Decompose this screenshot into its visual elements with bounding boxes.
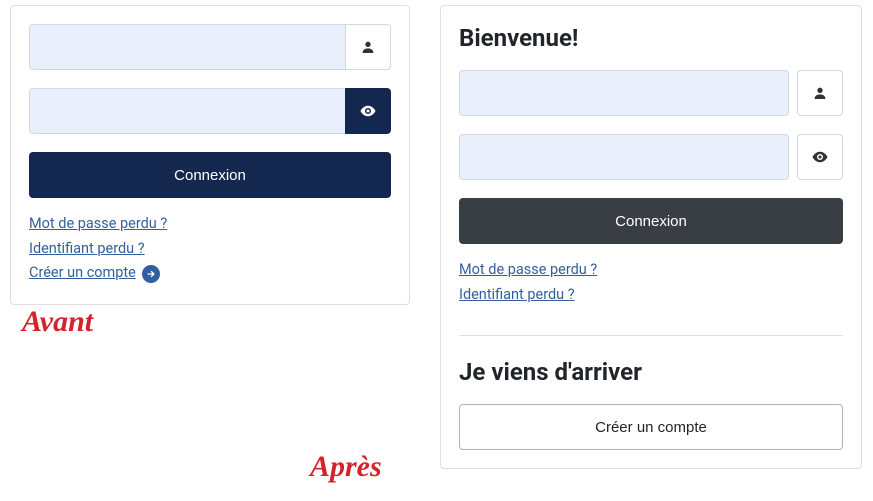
username-row: [459, 70, 843, 116]
username-row: [29, 24, 391, 70]
welcome-heading: Bienvenue!: [459, 24, 843, 52]
forgot-username-link[interactable]: Identifiant perdu ?: [459, 283, 575, 308]
newcomer-heading: Je viens d'arriver: [459, 358, 843, 386]
annotation-before: Avant: [22, 305, 93, 339]
login-panel-before: Connexion Mot de passe perdu ? Identifia…: [10, 5, 410, 305]
divider: [459, 335, 843, 336]
forgot-username-link[interactable]: Identifiant perdu ?: [29, 237, 145, 262]
login-button[interactable]: Connexion: [459, 198, 843, 244]
forgot-password-link[interactable]: Mot de passe perdu ?: [29, 212, 167, 237]
arrow-right-icon: [142, 265, 160, 283]
create-account-button[interactable]: Créer un compte: [459, 404, 843, 450]
password-input[interactable]: [29, 88, 345, 134]
user-icon: [345, 24, 391, 70]
eye-icon[interactable]: [345, 88, 391, 134]
assist-links: Mot de passe perdu ? Identifiant perdu ?…: [29, 212, 391, 286]
password-row: [29, 88, 391, 134]
username-input[interactable]: [29, 24, 345, 70]
assist-links: Mot de passe perdu ? Identifiant perdu ?: [459, 258, 843, 307]
user-icon: [797, 70, 843, 116]
annotation-after: Après: [310, 450, 382, 484]
forgot-password-link[interactable]: Mot de passe perdu ?: [459, 258, 597, 283]
create-account-link[interactable]: Créer un compte: [29, 261, 136, 286]
password-input[interactable]: [459, 134, 789, 180]
password-row: [459, 134, 843, 180]
login-panel-after: Bienvenue! Connexion Mot de passe perdu …: [440, 5, 862, 469]
eye-icon[interactable]: [797, 134, 843, 180]
username-input[interactable]: [459, 70, 789, 116]
login-button[interactable]: Connexion: [29, 152, 391, 198]
